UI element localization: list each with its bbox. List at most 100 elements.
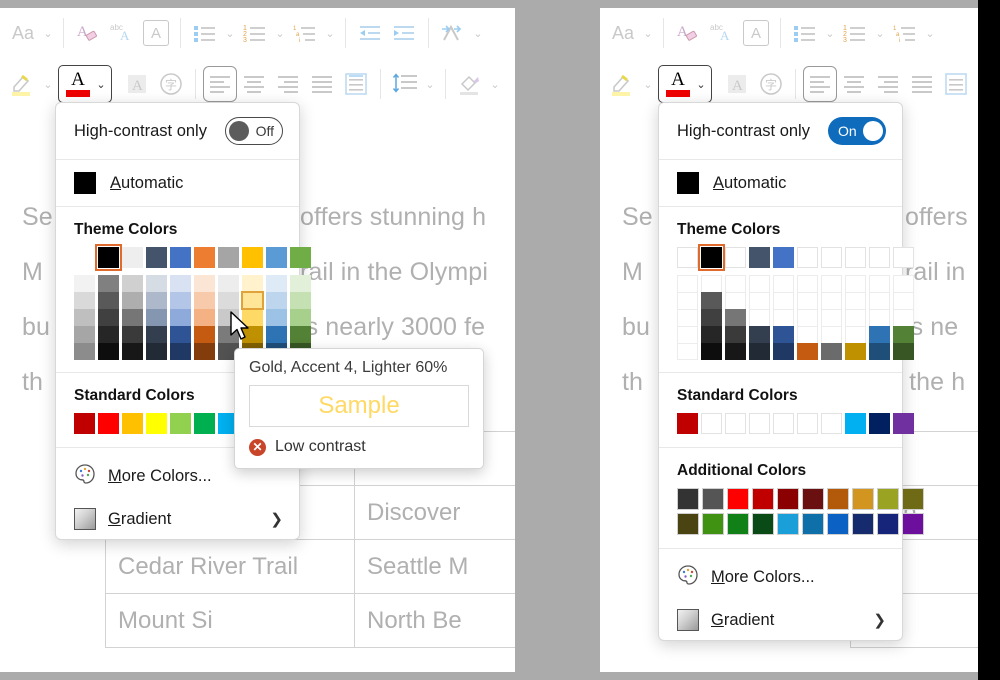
theme-tint-swatch[interactable] [845, 343, 866, 360]
bullet-list-icon[interactable] [188, 16, 222, 50]
font-color-dropdown-chevron-icon[interactable]: ⌄ [93, 67, 109, 101]
additional-color-swatch[interactable] [802, 513, 824, 535]
aa-text-effects-icon[interactable]: Aa [6, 16, 40, 50]
standard-color-swatch[interactable] [845, 413, 866, 434]
additional-colors-row-2[interactable] [677, 513, 884, 535]
chevron-down-icon[interactable]: ⌄ [640, 16, 656, 50]
theme-tint-column[interactable] [170, 275, 191, 360]
theme-tint-swatch[interactable] [797, 275, 818, 292]
theme-tint-swatch[interactable] [122, 292, 143, 309]
theme-tint-swatch[interactable] [170, 309, 191, 326]
align-left-button[interactable] [803, 66, 837, 102]
theme-color-swatch[interactable] [773, 247, 794, 268]
standard-color-swatch[interactable] [677, 413, 698, 434]
font-color-dropdown-chevron-icon[interactable]: ⌄ [693, 67, 709, 101]
theme-tint-column[interactable] [74, 275, 95, 360]
theme-tint-column[interactable] [146, 275, 167, 360]
theme-color-swatch[interactable] [170, 247, 191, 268]
theme-colors-row[interactable] [677, 247, 884, 268]
theme-tint-swatch[interactable] [797, 309, 818, 326]
theme-tint-swatch[interactable] [194, 275, 215, 292]
theme-color-swatch[interactable] [677, 247, 698, 268]
theme-color-swatch[interactable] [869, 247, 890, 268]
standard-color-swatch[interactable] [194, 413, 215, 434]
theme-tint-swatch[interactable] [242, 292, 263, 309]
theme-tint-swatch[interactable] [893, 275, 914, 292]
additional-color-swatch[interactable] [902, 488, 924, 510]
highlight-icon[interactable] [6, 67, 40, 101]
gradient-item-right[interactable]: Gradient ❯ [659, 600, 902, 640]
additional-color-swatch[interactable] [827, 488, 849, 510]
theme-tint-swatch[interactable] [773, 275, 794, 292]
standard-color-swatch[interactable] [869, 413, 890, 434]
theme-tint-swatch[interactable] [749, 326, 770, 343]
chevron-down-icon[interactable]: ⌄ [222, 16, 238, 50]
standard-color-swatch[interactable] [893, 413, 914, 434]
numbered-list-icon[interactable]: 123 [838, 16, 872, 50]
theme-tint-swatch[interactable] [701, 309, 722, 326]
bullet-list-icon[interactable] [788, 16, 822, 50]
theme-tint-swatch[interactable] [677, 275, 698, 292]
theme-color-swatch[interactable] [725, 247, 746, 268]
text-box-icon[interactable]: A [139, 16, 173, 50]
chevron-down-icon[interactable]: ⌄ [422, 67, 438, 101]
theme-color-swatch[interactable] [218, 247, 239, 268]
theme-tint-swatch[interactable] [266, 275, 287, 292]
additional-color-swatch[interactable] [702, 513, 724, 535]
theme-tint-swatch[interactable] [749, 275, 770, 292]
theme-tint-swatch[interactable] [218, 275, 239, 292]
decrease-indent-icon[interactable] [353, 16, 387, 50]
additional-colors-row-1[interactable] [677, 488, 884, 510]
standard-color-swatch[interactable] [725, 413, 746, 434]
theme-tint-column[interactable] [893, 275, 914, 360]
theme-tint-swatch[interactable] [98, 343, 119, 360]
theme-color-swatch[interactable] [749, 247, 770, 268]
theme-tint-swatch[interactable] [821, 309, 842, 326]
theme-tint-swatch[interactable] [266, 292, 287, 309]
theme-tint-column[interactable] [821, 275, 842, 360]
standard-color-swatch[interactable] [122, 413, 143, 434]
theme-tint-swatch[interactable] [893, 326, 914, 343]
theme-colors-row[interactable] [74, 247, 281, 268]
character-shading-icon[interactable]: A [120, 67, 154, 101]
theme-tint-swatch[interactable] [290, 326, 311, 343]
theme-tint-swatch[interactable] [725, 292, 746, 309]
additional-color-swatch[interactable] [727, 513, 749, 535]
theme-tint-swatch[interactable] [74, 309, 95, 326]
font-color-button-right[interactable]: A ⌄ [658, 65, 712, 103]
standard-color-swatch[interactable] [170, 413, 191, 434]
theme-tint-swatch[interactable] [725, 343, 746, 360]
theme-tint-swatch[interactable] [677, 326, 698, 343]
theme-tint-swatch[interactable] [290, 292, 311, 309]
theme-tint-swatch[interactable] [146, 292, 167, 309]
additional-color-swatch[interactable] [877, 513, 899, 535]
standard-color-swatch[interactable] [749, 413, 770, 434]
chevron-down-icon[interactable]: ⌄ [872, 16, 888, 50]
align-right-icon[interactable] [271, 67, 305, 101]
high-contrast-toggle[interactable]: On [828, 117, 886, 145]
phonetic-guide-icon[interactable]: 字 [154, 67, 188, 101]
standard-color-swatch[interactable] [146, 413, 167, 434]
sort-icon[interactable] [436, 16, 470, 50]
theme-tint-swatch[interactable] [74, 326, 95, 343]
theme-tint-column[interactable] [845, 275, 866, 360]
chevron-down-icon[interactable]: ⌄ [322, 16, 338, 50]
theme-tint-swatch[interactable] [146, 309, 167, 326]
additional-color-swatch[interactable] [702, 488, 724, 510]
justify-icon[interactable] [905, 67, 939, 101]
theme-tint-swatch[interactable] [821, 275, 842, 292]
align-center-icon[interactable] [237, 67, 271, 101]
theme-tint-swatch[interactable] [797, 292, 818, 309]
theme-tint-swatch[interactable] [773, 292, 794, 309]
theme-tint-swatch[interactable] [749, 292, 770, 309]
theme-tint-swatch[interactable] [170, 292, 191, 309]
theme-tint-swatch[interactable] [869, 343, 890, 360]
theme-tint-swatch[interactable] [725, 275, 746, 292]
theme-tint-swatch[interactable] [701, 275, 722, 292]
more-colors-item-right[interactable]: More Colors... [659, 555, 902, 600]
theme-tint-swatch[interactable] [677, 292, 698, 309]
additional-color-swatch[interactable] [877, 488, 899, 510]
theme-tint-swatch[interactable] [146, 326, 167, 343]
theme-tint-swatch[interactable] [821, 343, 842, 360]
theme-tint-swatch[interactable] [749, 343, 770, 360]
